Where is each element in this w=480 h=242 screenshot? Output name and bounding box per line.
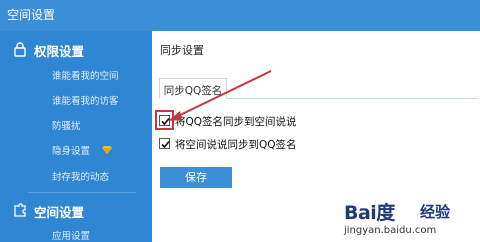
puzzle-icon — [14, 203, 26, 217]
sidebar-item-invisible-settings[interactable]: 隐身设置 — [52, 143, 90, 157]
option-label: 将QQ签名同步到空间说说 — [175, 116, 297, 128]
sidebar: 权限设置 谁能看我的空间 谁能看我的访客 防骚扰 隐身设置 封存我的动态 空间设… — [0, 31, 152, 242]
checkmark-icon — [161, 117, 170, 126]
baidu-logo: Bai度 — [344, 202, 395, 224]
window-title: 空间设置 — [7, 8, 56, 22]
sidebar-item-archive-moments[interactable]: 封存我的动态 — [52, 169, 109, 183]
sidebar-item-app-settings[interactable]: 应用设置 — [52, 228, 90, 242]
option-label: 将空间说说同步到QQ签名 — [175, 139, 297, 151]
option-sync-space-to-signature[interactable]: 将空间说说同步到QQ签名 — [158, 137, 358, 151]
sidebar-item-anti-harassment[interactable]: 防骚扰 — [52, 118, 81, 132]
tab-label: 同步QQ签名 — [163, 85, 223, 97]
tab-sync-qq-signature[interactable]: 同步QQ签名 — [159, 78, 227, 99]
sidebar-header-space-settings: 空间设置 — [34, 205, 85, 220]
sidebar-item-who-can-see-space[interactable]: 谁能看我的空间 — [52, 68, 119, 82]
watermark-url: jingyan.baidu.com — [344, 225, 437, 236]
sidebar-header-permissions: 权限设置 — [34, 44, 85, 59]
page-title: 同步设置 — [160, 44, 204, 57]
sidebar-item-who-can-see-visitors[interactable]: 谁能看我的访客 — [52, 93, 119, 107]
title-bar: 空间设置 — [0, 0, 480, 31]
checkmark-icon — [161, 140, 170, 149]
checkbox-sync-signature-to-space[interactable] — [159, 115, 170, 126]
sidebar-divider — [28, 192, 136, 193]
watermark-brand: 经验 — [420, 203, 451, 221]
checkbox-sync-space-to-signature[interactable] — [159, 138, 170, 149]
watermark: Bai度 经验 jingyan.baidu.com — [336, 194, 476, 240]
lock-icon — [14, 42, 26, 57]
save-button[interactable]: 保存 — [160, 167, 232, 188]
option-sync-signature-to-space[interactable]: 将QQ签名同步到空间说说 — [155, 110, 358, 130]
yellow-diamond-icon — [102, 146, 112, 154]
